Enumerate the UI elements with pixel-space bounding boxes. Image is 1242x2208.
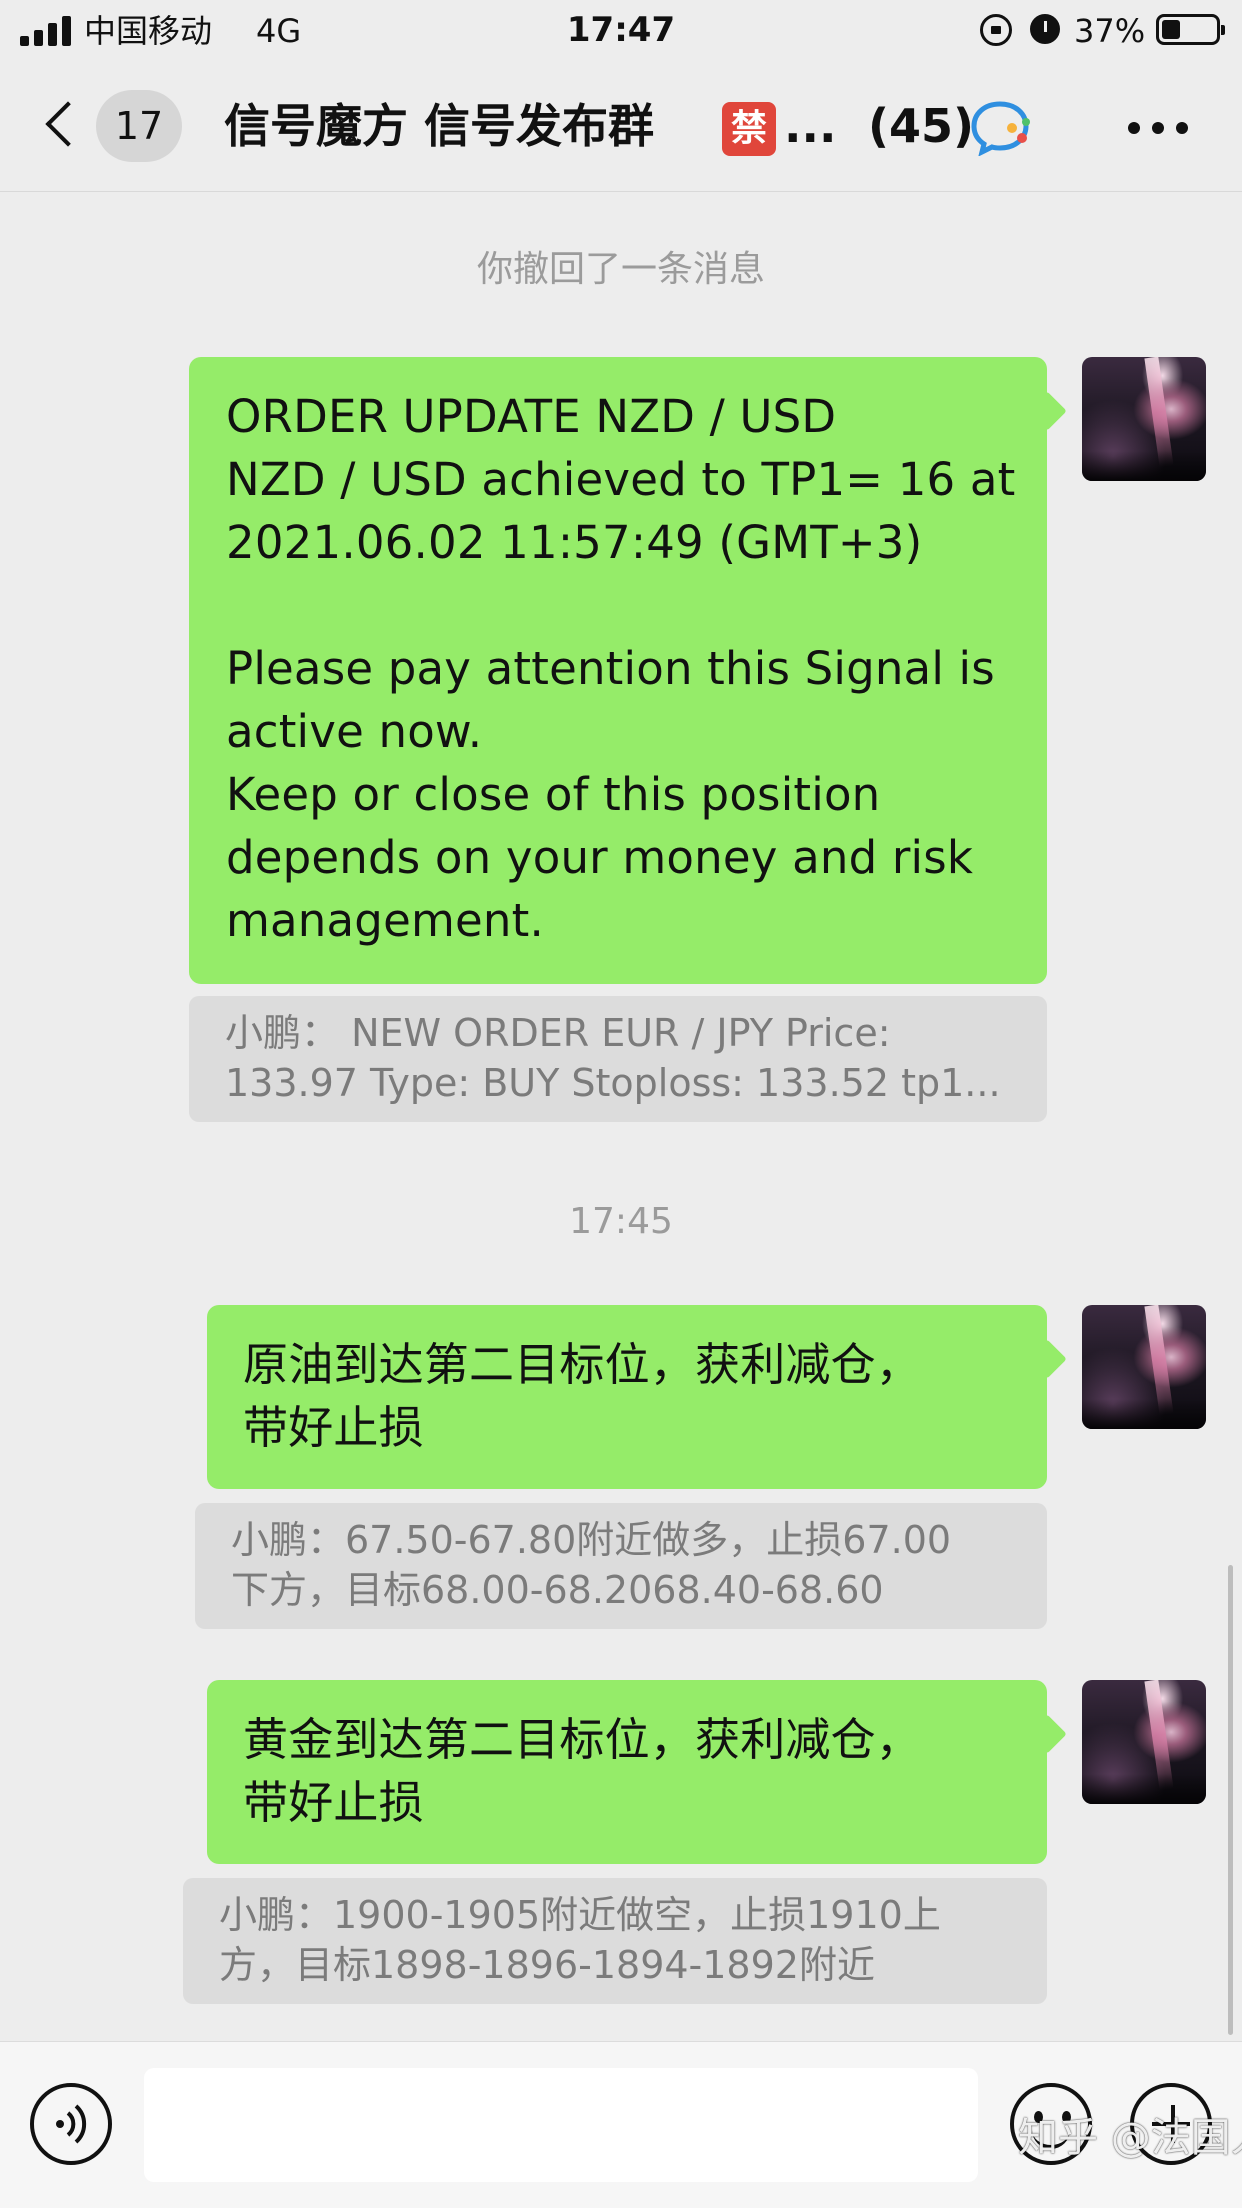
battery-percentage: 37% (1074, 12, 1146, 50)
chat-bubble-icon[interactable] (970, 98, 1036, 156)
title-ellipsis: ... (784, 99, 837, 153)
message-line: depends on your money and risk (226, 831, 974, 884)
message-bubble[interactable]: ORDER UPDATE NZD / USD NZD / USD achieve… (189, 357, 1047, 984)
message-line: 带好止损 (243, 1401, 424, 1454)
voice-input-button[interactable] (30, 2083, 112, 2165)
message-list[interactable]: 你撤回了一条消息 ORDER UPDATE NZD / USD NZD / US… (0, 193, 1242, 2041)
quote-line: 133.97 Type: BUY Stoploss: 133.52 tp1... (225, 1061, 1001, 1105)
more-options-button[interactable] (1124, 102, 1194, 152)
recall-notice: 你撤回了一条消息 (476, 249, 765, 290)
message-line: 带好止损 (243, 1776, 424, 1829)
quote-line: 小鹏：67.50-67.80附近做多，止损67.00 (231, 1518, 952, 1562)
message-line: active now. (226, 705, 483, 758)
avatar[interactable] (1082, 1680, 1206, 1804)
message-line: 黄金到达第二目标位，获利减仓， (243, 1713, 922, 1766)
message-line: 原油到达第二目标位，获利减仓， (243, 1338, 922, 1391)
quote-line: 方，目标1898-1896-1894-1892附近 (219, 1943, 875, 1987)
status-bar: 中国移动 4G 17:47 37% (0, 0, 1242, 62)
watermark: 知乎 @法国人 (1018, 2115, 1242, 2161)
scrollbar[interactable] (1228, 1565, 1233, 2035)
message-timestamp: 17:45 (569, 1201, 673, 1242)
message-line: Please pay attention this Signal is (226, 642, 995, 695)
chat-title[interactable]: 信号魔方 信号发布群 (224, 94, 654, 158)
quoted-message[interactable]: 小鹏：1900-1905附近做空，止损1910上 方，目标1898-1896-1… (183, 1878, 1047, 2004)
quote-line: 小鹏：1900-1905附近做空，止损1910上 (219, 1893, 941, 1937)
quote-line: 小鹏： NEW ORDER EUR / JPY Price: (225, 1011, 891, 1055)
member-count: (45) (868, 99, 975, 153)
message-bubble[interactable]: 原油到达第二目标位，获利减仓， 带好止损 (207, 1305, 1047, 1489)
voice-icon (56, 2104, 87, 2144)
message-line: ORDER UPDATE NZD / USD (226, 390, 837, 443)
message-input[interactable] (144, 2068, 978, 2182)
message-bubble[interactable]: 黄金到达第二目标位，获利减仓， 带好止损 (207, 1680, 1047, 1864)
alarm-clock-icon (1030, 14, 1060, 44)
message-line: Keep or close of this position (226, 768, 881, 821)
battery-icon (1156, 14, 1225, 45)
quoted-message[interactable]: 小鹏：67.50-67.80附近做多，止损67.00 下方，目标68.00-68… (195, 1503, 1047, 1629)
forbidden-emoji-icon: 禁 (722, 102, 776, 156)
quote-line: 下方，目标68.00-68.2068.40-68.60 (231, 1568, 884, 1612)
message-line: management. (226, 894, 544, 947)
message-line: NZD / USD achieved to TP1= 16 at (226, 453, 1016, 506)
rotation-lock-icon (980, 14, 1012, 46)
chat-header: 17 信号魔方 信号发布群 禁 ... (45) (0, 62, 1242, 192)
avatar[interactable] (1082, 1305, 1206, 1429)
avatar[interactable] (1082, 357, 1206, 481)
message-line: 2021.06.02 11:57:49 (GMT+3) (226, 516, 923, 569)
quoted-message[interactable]: 小鹏： NEW ORDER EUR / JPY Price: 133.97 Ty… (189, 996, 1047, 1122)
unread-count-badge[interactable]: 17 (96, 90, 182, 162)
back-button[interactable] (38, 96, 88, 156)
